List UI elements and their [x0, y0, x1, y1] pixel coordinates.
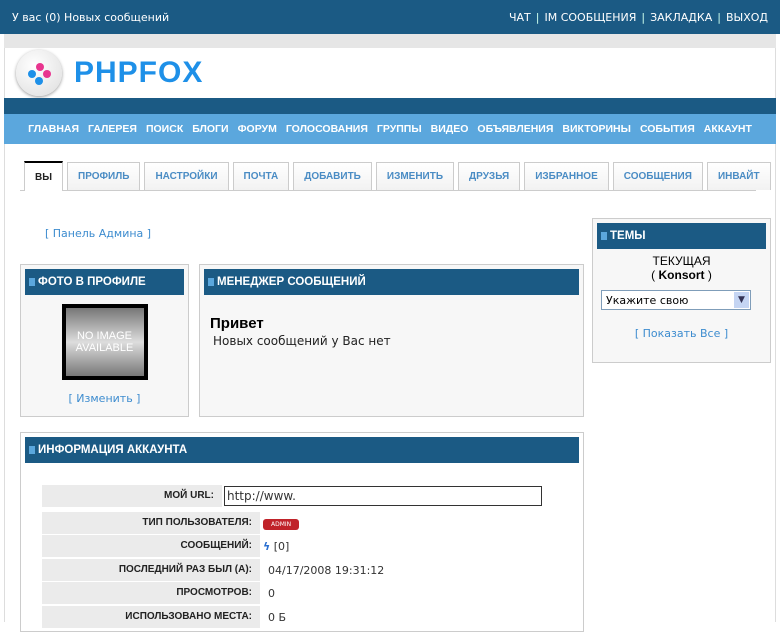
bullet-icon [29, 278, 35, 286]
change-photo-link[interactable]: [ Изменить ] [69, 392, 141, 405]
im-link[interactable]: IM СООБЩЕНИЯ [544, 11, 636, 24]
lightning-icon: ϟ [263, 539, 271, 553]
last-seen-label: ПОСЛЕДНИЙ РАЗ БЫЛ (А): [42, 559, 260, 581]
bullet-icon [29, 446, 35, 454]
nav-groups[interactable]: ГРУППЫ [377, 123, 422, 135]
account-row-views: ПРОСМОТРОВ: 0 [42, 582, 542, 604]
type-label: ТИП ПОЛЬЗОВАТЕЛЯ: [42, 512, 260, 534]
show-all-link[interactable]: [ Показать Все ] [635, 327, 728, 340]
tab-you[interactable]: ВЫ [24, 161, 64, 191]
no-image-placeholder: NO IMAGE AVAILABLE [61, 304, 148, 380]
nav-events[interactable]: СОБЫТИЯ [640, 123, 695, 135]
space-label: ИСПОЛЬЗОВАНО МЕСТА: [42, 606, 260, 628]
message-title: МЕНЕДЖЕР СООБЩЕНИЙ [217, 276, 366, 288]
theme-select[interactable]: Укажите свою ▼ [601, 290, 751, 310]
divider [4, 34, 776, 48]
chat-link[interactable]: ЧАТ [509, 11, 531, 24]
current-theme-label: ТЕКУЩАЯ [652, 254, 711, 268]
nav-account[interactable]: АККАУНТ [704, 123, 752, 135]
themes-title: ТЕМЫ [610, 230, 646, 242]
photo-header: ФОТО В ПРОФИЛЕ [25, 269, 184, 295]
nav-quizzes[interactable]: ВИКТОРИНЫ [562, 123, 631, 135]
admin-panel-link[interactable]: [ Панель Админа ] [45, 227, 151, 240]
tab-add[interactable]: ДОБАВИТЬ [293, 162, 372, 190]
account-header: ИНФОРМАЦИЯ АККАУНТА [25, 437, 579, 463]
message-header: МЕНЕДЖЕР СООБЩЕНИЙ [204, 269, 579, 295]
paren-close: ) [704, 268, 712, 282]
messages-label: СООБЩЕНИЙ: [42, 535, 260, 557]
nav-polls[interactable]: ГОЛОСОВАНИЯ [286, 123, 368, 135]
last-seen-value: 04/17/2008 19:31:12 [268, 563, 385, 577]
tab-friends[interactable]: ДРУЗЬЯ [458, 162, 521, 190]
nav-gallery[interactable]: ГАЛЕРЕЯ [88, 123, 137, 135]
bullet-icon [601, 232, 607, 240]
tab-edit[interactable]: ИЗМЕНИТЬ [375, 162, 455, 190]
account-row-url: МОЙ URL: http://www. [42, 485, 542, 507]
tabs: ВЫ ПРОФИЛЬ НАСТРОЙКИ ПОЧТА ДОБАВИТЬ ИЗМЕ… [20, 161, 771, 191]
logo-text: PHPFOX [74, 56, 204, 89]
tab-favorites[interactable]: ИЗБРАННОЕ [524, 162, 609, 190]
current-theme: ( Konsort ) [593, 268, 770, 282]
photo-title: ФОТО В ПРОФИЛЕ [38, 276, 146, 288]
theme-select-value: Укажите свою [606, 293, 689, 307]
account-row-messages: СООБЩЕНИЙ: ϟ [0] [42, 535, 542, 557]
paren-open: ( [651, 268, 659, 282]
logout-link[interactable]: ВЫХОД [726, 11, 768, 24]
logo-icon [16, 50, 62, 96]
account-row-space: ИСПОЛЬЗОВАНО МЕСТА: 0 Б [42, 606, 542, 628]
themes-panel: ТЕМЫ ТЕКУЩАЯ ( Konsort ) Укажите свою ▼ … [592, 218, 771, 363]
views-label: ПРОСМОТРОВ: [42, 582, 260, 604]
account-row-type: ТИП ПОЛЬЗОВАТЕЛЯ: ADMIN [42, 512, 542, 534]
tab-settings[interactable]: НАСТРОЙКИ [144, 162, 229, 190]
account-row-last-seen: ПОСЛЕДНИЙ РАЗ БЫЛ (А): 04/17/2008 19:31:… [42, 559, 542, 581]
views-value: 0 [268, 586, 275, 600]
bookmark-link[interactable]: ЗАКЛАДКА [650, 11, 712, 24]
tab-mail[interactable]: ПОЧТА [232, 162, 290, 190]
messages-count[interactable]: [0] [274, 540, 290, 553]
no-messages-text: Новых сообщений у Вас нет [213, 334, 391, 348]
bullet-icon [208, 278, 214, 286]
current-theme-name: Konsort [658, 268, 705, 282]
nav-blogs[interactable]: БЛОГИ [192, 123, 228, 135]
new-messages-text[interactable]: У вас (0) Новых сообщений [12, 11, 169, 24]
photo-panel: ФОТО В ПРОФИЛЕ NO IMAGE AVAILABLE [ Изме… [20, 264, 189, 417]
chevron-down-icon[interactable]: ▼ [734, 292, 749, 308]
logo[interactable]: PHPFOX [16, 50, 203, 96]
header-bar [4, 98, 776, 114]
nav-home[interactable]: ГЛАВНАЯ [28, 123, 79, 135]
main-nav: ГЛАВНАЯ ГАЛЕРЕЯ ПОИСК БЛОГИ ФОРУМ ГОЛОСО… [4, 114, 776, 144]
nav-search[interactable]: ПОИСК [146, 123, 183, 135]
nav-forum[interactable]: ФОРУМ [238, 123, 277, 135]
admin-badge: ADMIN [263, 519, 300, 530]
url-field[interactable]: http://www. [224, 486, 542, 506]
greeting: Привет [210, 315, 264, 332]
message-manager-panel: МЕНЕДЖЕР СООБЩЕНИЙ Привет Новых сообщени… [199, 264, 584, 417]
tab-messages[interactable]: СООБЩЕНИЯ [612, 162, 703, 190]
nav-ads[interactable]: ОБЪЯВЛЕНИЯ [477, 123, 553, 135]
url-label: МОЙ URL: [42, 485, 222, 507]
themes-header: ТЕМЫ [597, 223, 766, 249]
tab-invite[interactable]: ИНВАЙТ [706, 162, 771, 190]
account-title: ИНФОРМАЦИЯ АККАУНТА [38, 444, 188, 456]
tab-profile[interactable]: ПРОФИЛЬ [67, 162, 141, 190]
nav-video[interactable]: ВИДЕО [431, 123, 469, 135]
top-bar: У вас (0) Новых сообщений ЧАТ | IM СООБЩЕ… [0, 0, 780, 34]
